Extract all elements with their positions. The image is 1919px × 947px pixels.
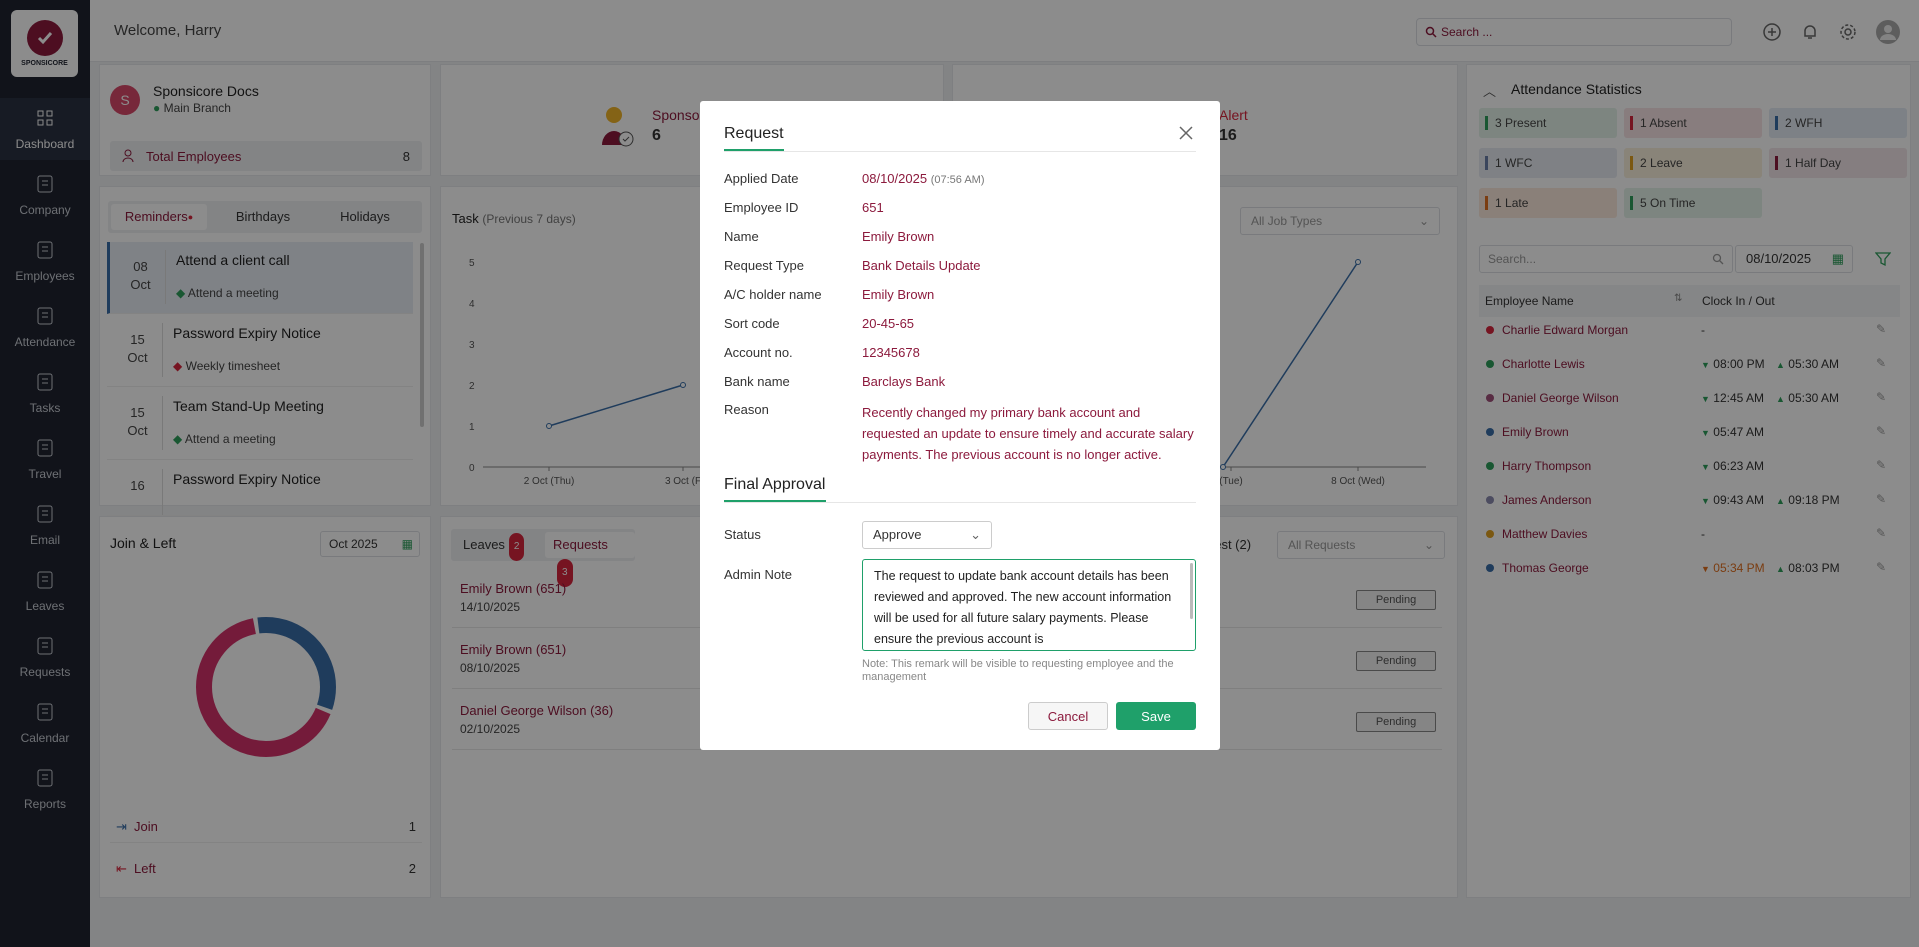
chevron-down-icon: ⌄ — [970, 527, 981, 542]
admin-note-textarea[interactable]: The request to update bank account detai… — [862, 559, 1196, 651]
request-modal: Request Applied Date 08/10/2025 (07:56 AM… — [700, 101, 1220, 750]
final-divider — [724, 502, 1196, 503]
close-icon[interactable] — [1178, 125, 1194, 141]
modal-title: Request — [724, 125, 784, 142]
textarea-scrollbar[interactable] — [1190, 563, 1193, 619]
title-divider — [724, 151, 1196, 152]
save-button[interactable]: Save — [1116, 702, 1196, 730]
final-approval-title: Final Approval — [724, 476, 826, 493]
reason-text: Recently changed my primary bank account… — [862, 405, 1194, 462]
status-select[interactable]: Approve ⌄ — [862, 521, 992, 549]
admin-note-label: Admin Note — [724, 567, 792, 582]
status-label: Status — [724, 527, 761, 542]
visibility-note: Note: This remark will be visible to req… — [862, 658, 1174, 683]
cancel-button[interactable]: Cancel — [1028, 702, 1108, 730]
